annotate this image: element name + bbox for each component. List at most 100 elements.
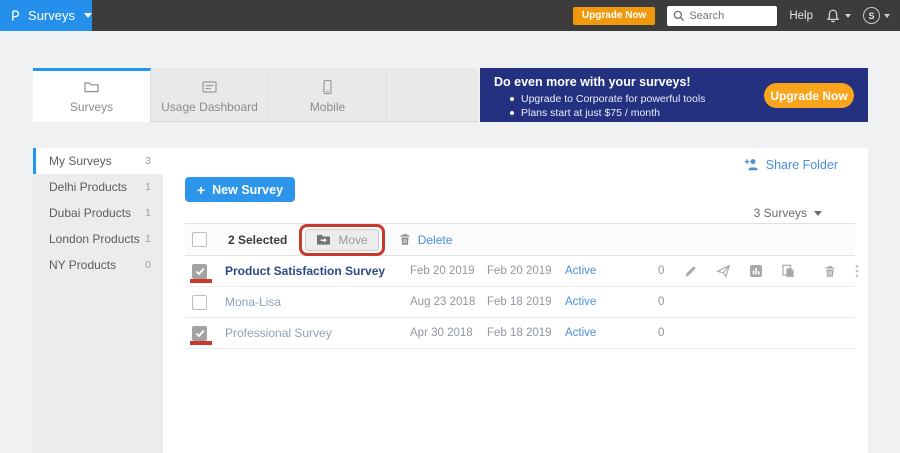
move-label: Move <box>338 233 367 247</box>
surveys-count-dropdown[interactable]: 3 Surveys <box>754 206 822 220</box>
select-all-checkbox[interactable] <box>192 232 207 247</box>
promo-banner: Do even more with your surveys! Upgrade … <box>480 68 868 122</box>
edit-icon[interactable] <box>684 264 698 278</box>
share-folder-link[interactable]: Share Folder <box>744 157 838 172</box>
banner-upgrade-button[interactable]: Upgrade Now <box>764 83 854 108</box>
page: Surveys Upgrade Now Help S Surveys <box>0 0 900 453</box>
move-folder-icon <box>316 233 331 246</box>
status-label[interactable]: Active <box>565 296 645 308</box>
folder-icon <box>83 79 100 95</box>
tab-label: Mobile <box>310 100 345 114</box>
caret-down-icon <box>814 211 822 216</box>
row-checkbox-cell <box>185 287 225 317</box>
caret-down-icon <box>884 14 890 18</box>
folder-count: 1 <box>145 181 151 193</box>
row-checkbox-cell <box>185 256 225 286</box>
move-button[interactable]: Move <box>305 229 378 251</box>
caret-down-icon <box>845 14 851 18</box>
banner-bullet: Plans start at just $75 / month <box>510 106 705 120</box>
tab-label: Surveys <box>70 100 113 114</box>
sidebar-item-london-products[interactable]: London Products 1 <box>33 226 163 252</box>
delete-label: Delete <box>418 233 453 247</box>
folder-label: NY Products <box>49 258 116 272</box>
bulk-action-bar: 2 Selected Move Delete <box>185 223 855 256</box>
folder-label: London Products <box>49 232 140 246</box>
status-label[interactable]: Active <box>565 265 645 277</box>
avatar: S <box>863 7 880 24</box>
send-icon[interactable] <box>716 264 731 278</box>
tab-usage-dashboard[interactable]: Usage Dashboard <box>151 68 269 122</box>
dashboard-icon <box>201 79 218 95</box>
caret-down-icon <box>84 13 92 18</box>
row-checkbox[interactable] <box>192 295 207 310</box>
row-checkbox[interactable] <box>192 264 207 279</box>
banner-bullet: Upgrade to Corporate for powerful tools <box>510 92 705 106</box>
responses-count: 0 <box>645 296 680 308</box>
share-person-icon <box>744 157 760 172</box>
banner-title: Do even more with your surveys! <box>494 75 691 89</box>
survey-name-link[interactable]: Product Satisfaction Survey <box>225 264 410 278</box>
created-date: Aug 23 2018 <box>410 296 487 308</box>
search-input[interactable] <box>689 10 769 22</box>
responses-count: 0 <box>645 327 680 339</box>
folder-label: My Surveys <box>49 154 112 168</box>
folder-label: Dubai Products <box>49 206 131 220</box>
surveys-count-label: 3 Surveys <box>754 206 807 220</box>
bell-icon <box>825 8 841 24</box>
row-actions <box>680 262 855 280</box>
folder-count: 1 <box>145 233 151 245</box>
row-checkbox[interactable] <box>192 326 207 341</box>
survey-name-link[interactable]: Professional Survey <box>225 326 410 340</box>
account-menu[interactable]: S <box>863 7 890 24</box>
folder-count: 3 <box>145 155 151 167</box>
tab-mobile[interactable]: Mobile <box>269 68 387 122</box>
upgrade-now-button[interactable]: Upgrade Now <box>573 7 655 25</box>
surveys-table: 2 Selected Move Delete Pro <box>185 223 855 349</box>
row-checkbox-cell <box>185 318 225 348</box>
share-folder-label: Share Folder <box>766 158 838 172</box>
product-menu-label: Surveys <box>28 8 75 23</box>
plus-icon: + <box>197 182 205 198</box>
new-survey-button[interactable]: + New Survey <box>185 177 295 202</box>
copy-icon[interactable] <box>781 264 795 278</box>
status-label[interactable]: Active <box>565 327 645 339</box>
modified-date: Feb 18 2019 <box>487 327 565 339</box>
more-icon[interactable] <box>855 264 859 278</box>
created-date: Apr 30 2018 <box>410 327 487 339</box>
folder-count: 1 <box>145 207 151 219</box>
notifications-menu[interactable] <box>825 8 851 24</box>
search-icon <box>673 10 685 22</box>
table-row: Product Satisfaction Survey Feb 20 2019 … <box>185 256 855 287</box>
tab-label: Usage Dashboard <box>161 100 258 114</box>
annotation-highlight-box: Move <box>299 224 384 256</box>
trash-icon <box>398 232 412 247</box>
search-box[interactable] <box>667 6 777 26</box>
sidebar-item-my-surveys[interactable]: My Surveys 3 <box>33 148 163 174</box>
selected-count-label: 2 Selected <box>228 233 287 247</box>
folders-sidebar: My Surveys 3 Delhi Products 1 Dubai Prod… <box>33 148 163 453</box>
reports-icon[interactable] <box>749 264 763 278</box>
mobile-icon <box>319 79 336 95</box>
banner-bullets: Upgrade to Corporate for powerful tools … <box>510 92 705 120</box>
survey-name-link[interactable]: Mona-Lisa <box>225 295 410 309</box>
table-row: Mona-Lisa Aug 23 2018 Feb 18 2019 Active… <box>185 287 855 318</box>
tab-strip-filler <box>387 68 478 121</box>
product-switcher[interactable]: Surveys <box>0 0 92 31</box>
section-tabs: Surveys Usage Dashboard Mobile <box>33 68 478 122</box>
tab-surveys[interactable]: Surveys <box>33 68 151 122</box>
sidebar-item-dubai-products[interactable]: Dubai Products 1 <box>33 200 163 226</box>
sidebar-item-ny-products[interactable]: NY Products 0 <box>33 252 163 278</box>
trash-icon[interactable] <box>823 264 837 279</box>
folder-count: 0 <box>145 259 151 271</box>
modified-date: Feb 18 2019 <box>487 296 565 308</box>
new-survey-label: New Survey <box>212 183 283 197</box>
annotation-underline <box>190 341 212 345</box>
responses-count: 0 <box>645 265 680 277</box>
help-link[interactable]: Help <box>789 10 813 22</box>
sidebar-item-delhi-products[interactable]: Delhi Products 1 <box>33 174 163 200</box>
topbar: Surveys Upgrade Now Help S <box>0 0 900 31</box>
proprofs-logo-icon <box>11 7 19 24</box>
delete-button[interactable]: Delete <box>398 232 453 247</box>
created-date: Feb 20 2019 <box>410 265 487 277</box>
modified-date: Feb 20 2019 <box>487 265 565 277</box>
